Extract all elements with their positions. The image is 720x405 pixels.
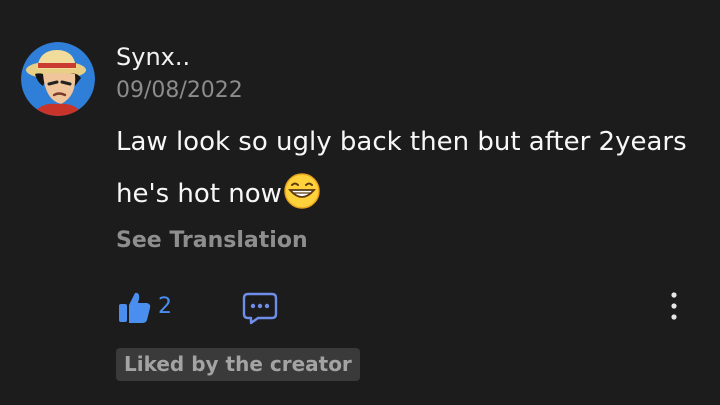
username[interactable]: Synx..: [116, 41, 190, 73]
chat-bubble-icon: [242, 292, 278, 325]
user-avatar[interactable]: [21, 42, 95, 116]
comment-date: 09/08/2022: [116, 78, 243, 103]
see-translation-link[interactable]: See Translation: [116, 226, 308, 256]
thumbs-up-icon: [119, 292, 151, 323]
liked-by-creator-badge: Liked by the creator: [116, 348, 360, 381]
like-button[interactable]: 2: [116, 287, 172, 327]
like-count: 2: [158, 294, 172, 319]
reply-button[interactable]: [242, 291, 278, 325]
avatar-icon: [21, 42, 95, 116]
comment-text-line-1: Law look so ugly back then but after 2ye…: [116, 127, 687, 157]
comment-text: Law look so ugly back then but after 2ye…: [116, 116, 706, 220]
comment-text-line-2-text: he's hot now: [116, 179, 282, 209]
grinning-squinting-face-emoji: [283, 172, 321, 210]
more-options-button[interactable]: [660, 289, 688, 323]
more-vertical-icon: [671, 292, 677, 320]
comment-text-line-2: he's hot now: [116, 168, 706, 220]
